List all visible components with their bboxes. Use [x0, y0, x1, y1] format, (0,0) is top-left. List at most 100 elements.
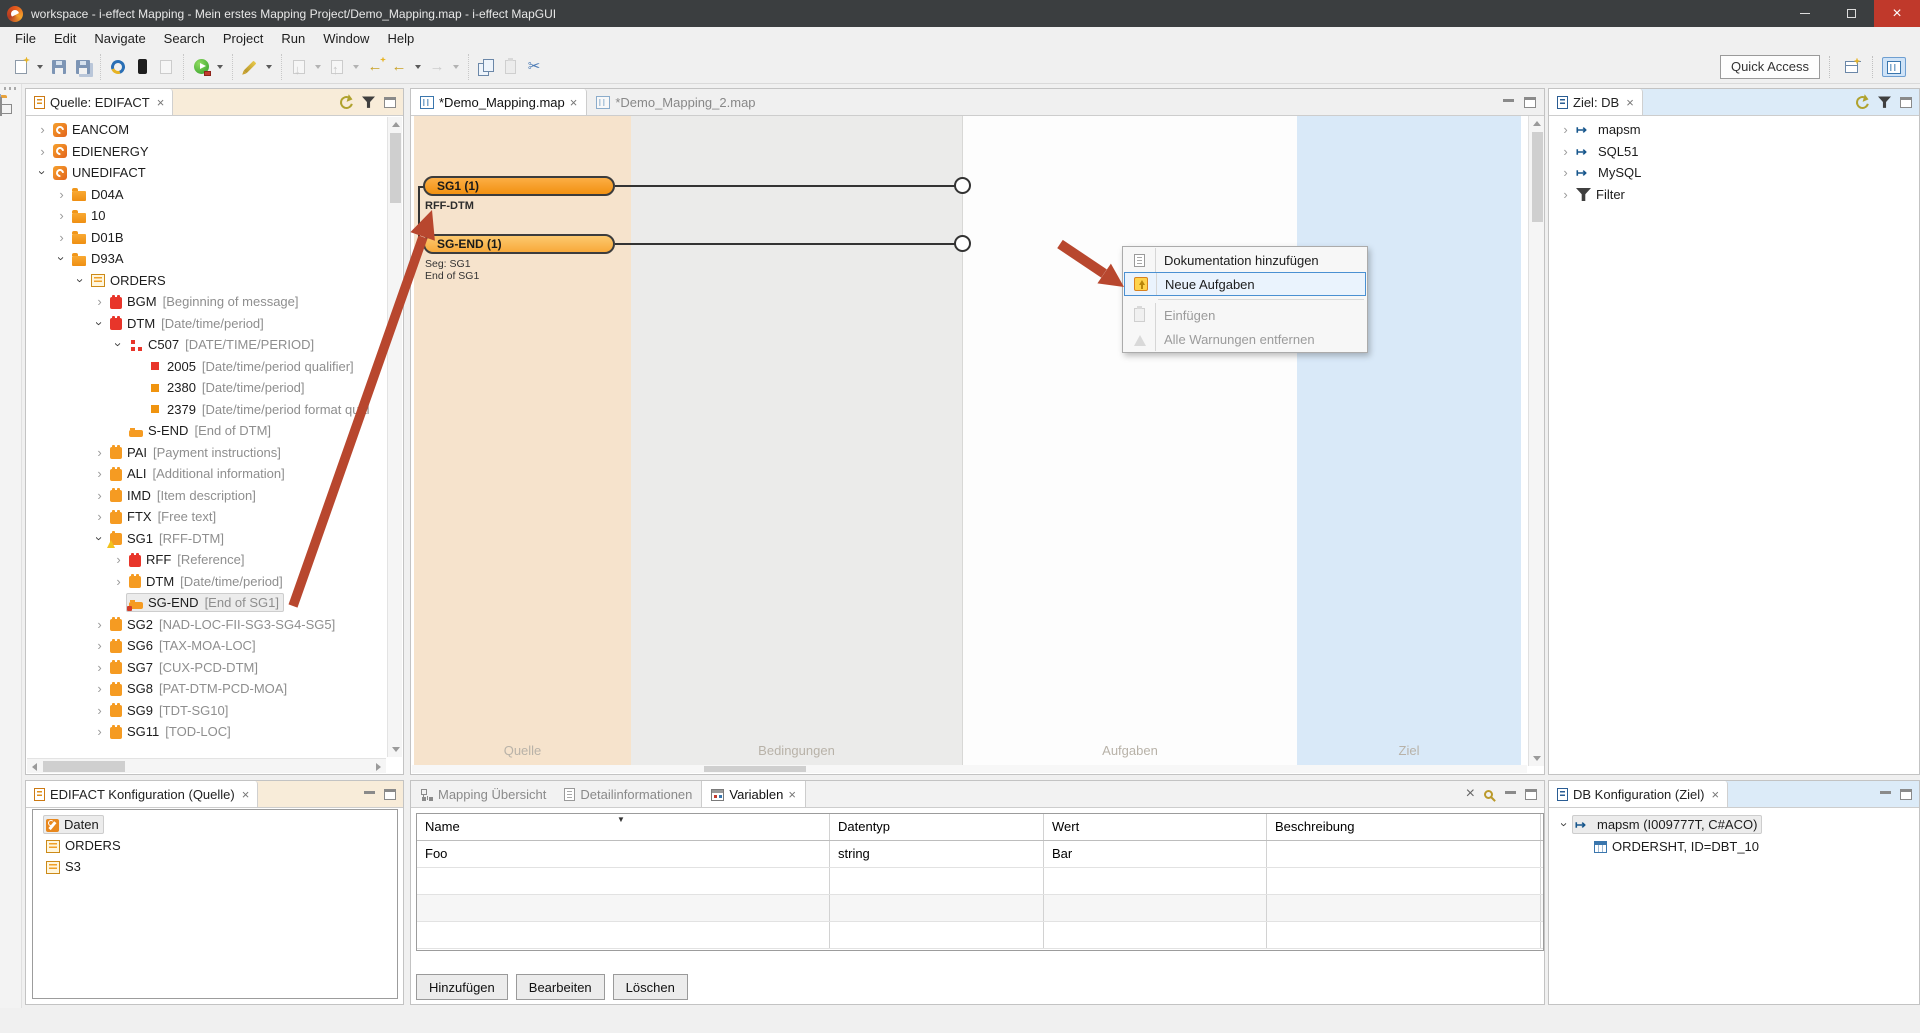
source-item-unedifact[interactable]: UNEDIFACT	[27, 162, 386, 184]
mapping-canvas[interactable]: Quelle Bedingungen Aufgaben Ziel SG1 (1)…	[411, 116, 1544, 766]
source-item-pai[interactable]: PAI[Payment instructions]	[27, 442, 386, 464]
source-item-dtm[interactable]: DTM[Date/time/period]	[27, 571, 386, 593]
link-with-editor-icon[interactable]	[1854, 93, 1872, 111]
collapse-icon[interactable]	[111, 337, 126, 352]
menu-search[interactable]: Search	[155, 29, 214, 48]
minimize-panel-icon[interactable]	[1880, 791, 1891, 794]
tab-demo-mapping[interactable]: *Demo_Mapping.map	[411, 89, 587, 115]
source-item-c507[interactable]: C507[DATE/TIME/PERIOD]	[27, 334, 386, 356]
source-item-sg7[interactable]: SG7[CUX-PCD-DTM]	[27, 657, 386, 679]
hinzuf-gen-button[interactable]: Hinzufügen	[416, 974, 508, 1000]
forward-button[interactable]	[425, 55, 449, 79]
expand-icon[interactable]	[35, 122, 50, 137]
target-item-mysql[interactable]: ↦MySQL	[1550, 162, 1918, 184]
config-item-s3[interactable]: S3	[33, 856, 397, 877]
source-item-orders[interactable]: ORDERS	[27, 270, 386, 292]
maximize-panel-icon[interactable]	[1524, 97, 1536, 108]
source-item-dtm[interactable]: DTM[Date/time/period]	[27, 313, 386, 335]
source-item-d01b[interactable]: D01B	[27, 227, 386, 249]
menu-item-dokumentation-hinzuf-gen[interactable]: Dokumentation hinzufügen	[1124, 248, 1366, 272]
maximize-panel-icon[interactable]	[1525, 789, 1537, 800]
source-item-sg1[interactable]: SG1[RFF-DTM]	[27, 528, 386, 550]
close-tab-icon[interactable]	[788, 787, 796, 802]
expand-icon[interactable]	[92, 660, 107, 675]
collapse-icon[interactable]	[92, 316, 107, 331]
collapse-icon[interactable]	[35, 165, 50, 180]
column-header-beschreibung[interactable]: Beschreibung	[1267, 814, 1541, 840]
cut-button[interactable]	[522, 55, 546, 79]
expand-icon[interactable]	[92, 724, 107, 739]
collapse-icon[interactable]	[92, 531, 107, 546]
expand-icon[interactable]	[92, 488, 107, 503]
back-dropdown[interactable]	[411, 55, 425, 79]
run-button[interactable]	[189, 55, 213, 79]
expand-icon[interactable]	[92, 466, 107, 481]
forward-dropdown[interactable]	[449, 55, 463, 79]
expand-icon[interactable]	[111, 552, 126, 567]
collapse-icon[interactable]	[54, 251, 69, 266]
next-annotation-dropdown[interactable]	[311, 55, 325, 79]
previous-annotation-button[interactable]	[325, 55, 349, 79]
expand-icon[interactable]	[111, 574, 126, 589]
column-header-datentyp[interactable]: Datentyp	[830, 814, 1044, 840]
source-item-10[interactable]: 10	[27, 205, 386, 227]
tab-variablen[interactable]: Variablen	[701, 781, 806, 807]
close-button[interactable]	[1874, 0, 1920, 27]
back-button[interactable]	[387, 55, 411, 79]
tab-demo-mapping-2[interactable]: *Demo_Mapping_2.map	[587, 89, 764, 115]
source-item-bgm[interactable]: BGM[Beginning of message]	[27, 291, 386, 313]
table-row[interactable]: FoostringBar	[417, 841, 1543, 868]
close-tab-icon[interactable]	[242, 787, 250, 802]
expand-icon[interactable]	[1558, 122, 1573, 137]
save-config-button[interactable]	[154, 55, 178, 79]
close-tab-icon[interactable]	[1712, 787, 1720, 802]
tab-ziel-db[interactable]: Ziel: DB	[1549, 89, 1643, 115]
scrollbar-thumb[interactable]	[390, 133, 401, 203]
source-item-ftx[interactable]: FTX[Free text]	[27, 506, 386, 528]
dbconfig-item-mapsm-i009777t-c-aco[interactable]: ↦mapsm (I009777T, C#ACO)	[1549, 814, 1919, 836]
expand-icon[interactable]	[92, 703, 107, 718]
refresh-button[interactable]	[106, 55, 130, 79]
source-item-sg-end[interactable]: SG-END[End of SG1]	[27, 592, 386, 614]
maximize-panel-icon[interactable]	[1900, 97, 1912, 108]
expand-icon[interactable]	[92, 681, 107, 696]
mark-occurrences-dropdown[interactable]	[262, 55, 276, 79]
target-item-sql51[interactable]: ↦SQL51	[1550, 141, 1918, 163]
expand-icon[interactable]	[54, 187, 69, 202]
source-vertical-scrollbar[interactable]	[387, 117, 402, 757]
source-item-2380[interactable]: 2380[Date/time/period]	[27, 377, 386, 399]
menu-run[interactable]: Run	[272, 29, 314, 48]
expand-icon[interactable]	[1558, 165, 1573, 180]
target-item-filter[interactable]: Filter	[1550, 184, 1918, 206]
scroll-right-icon[interactable]	[371, 759, 386, 774]
config-item-daten[interactable]: Daten	[33, 814, 397, 835]
mark-occurrences-button[interactable]	[238, 55, 262, 79]
editor-horizontal-scrollbar[interactable]	[412, 765, 1527, 773]
source-item-ali[interactable]: ALI[Additional information]	[27, 463, 386, 485]
filter-icon[interactable]	[362, 96, 375, 109]
source-item-rff[interactable]: RFF[Reference]	[27, 549, 386, 571]
node-sg1[interactable]: SG1 (1)	[423, 176, 615, 196]
previous-annotation-dropdown[interactable]	[349, 55, 363, 79]
source-item-s-end[interactable]: S-END[End of DTM]	[27, 420, 386, 442]
source-item-sg9[interactable]: SG9[TDT-SG10]	[27, 700, 386, 722]
filter-icon[interactable]	[1878, 96, 1891, 109]
minimize-button[interactable]	[1782, 0, 1828, 27]
l-schen-button[interactable]: Löschen	[613, 974, 688, 1000]
source-item-d04a[interactable]: D04A	[27, 184, 386, 206]
column-header-wert[interactable]: Wert	[1044, 814, 1267, 840]
source-item-d93a[interactable]: D93A	[27, 248, 386, 270]
collapse-icon[interactable]	[73, 273, 88, 288]
maximize-panel-icon[interactable]	[384, 97, 396, 108]
editor-vertical-scrollbar[interactable]	[1528, 116, 1544, 766]
connector-port-sg1[interactable]	[954, 177, 971, 194]
node-sg-end[interactable]: SG-END (1)	[423, 234, 615, 254]
menu-help[interactable]: Help	[378, 29, 423, 48]
new-wizard-dropdown[interactable]	[33, 55, 47, 79]
source-item-sg2[interactable]: SG2[NAD-LOC-FII-SG3-SG4-SG5]	[27, 614, 386, 636]
search-icon[interactable]	[1484, 790, 1493, 799]
tab-detailinformationen[interactable]: Detailinformationen	[555, 781, 701, 807]
scrollbar-thumb[interactable]	[1532, 132, 1543, 222]
source-item-2379[interactable]: 2379[Date/time/period format qual	[27, 399, 386, 421]
close-tab-icon[interactable]	[570, 95, 578, 110]
